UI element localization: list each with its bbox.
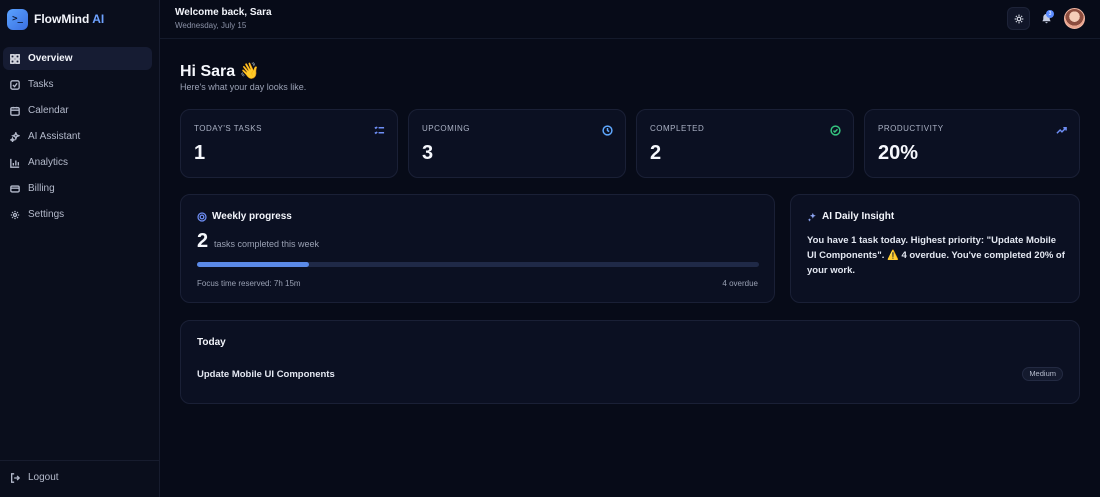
avatar[interactable] [1064,8,1085,29]
stat-value: 1 [194,142,206,164]
overdue-text: 4 overdue [722,279,758,288]
sidebar-item-label: Overview [28,53,73,64]
sidebar-item-settings[interactable]: Settings [3,203,152,226]
checkbox-icon [10,79,20,90]
weekly-progress-card: Weekly progress 2 tasks completed this w… [180,194,775,303]
sparkles-icon [10,131,20,142]
check-circle-icon [830,123,841,136]
sidebar-item-ai-assistant[interactable]: AI Assistant [3,125,152,148]
brand-name: FlowMind AI [34,12,104,26]
calendar-icon [10,106,20,116]
sidebar-item-overview[interactable]: Overview [3,47,152,70]
sun-icon [1014,14,1023,23]
credit-card-icon [10,184,20,193]
sidebar-nav: Overview Tasks Calendar AI Assistant Ana… [3,47,152,229]
sidebar-item-label: Billing [28,183,55,194]
trending-up-icon [1056,123,1067,134]
task-item-title[interactable]: Update Mobile UI Components [197,369,335,380]
stat-value: 2 [650,142,662,164]
welcome-text: Welcome back, Sara [175,7,272,18]
brand-name-text: FlowMind [34,12,90,26]
stat-value: 20% [878,142,919,164]
logout-button[interactable]: Logout [10,472,59,483]
sidebar-item-label: Settings [28,209,65,220]
weekly-progress-title: Weekly progress [197,211,292,222]
stat-label: COMPLETED [650,124,705,133]
stat-card-upcoming: UPCOMING 3 [408,109,626,178]
brand[interactable]: >_ FlowMind AI [7,8,104,30]
sidebar-item-label: AI Assistant [28,131,81,142]
current-date: Wednesday, July 15 [175,21,247,30]
logout-label: Logout [28,472,59,483]
sidebar-item-billing[interactable]: Billing [3,177,152,200]
clock-icon [602,123,613,136]
bar-chart-icon [10,158,20,168]
ai-insight-text: You have 1 task today. Highest priority:… [807,235,1065,276]
notifications-button[interactable]: 3 [1041,10,1055,25]
sidebar-item-calendar[interactable]: Calendar [3,99,152,122]
stat-card-completed: COMPLETED 2 [636,109,854,178]
weekly-progress-bar [197,262,759,267]
stat-value: 3 [422,142,434,164]
sidebar-item-label: Calendar [28,105,69,116]
sidebar-divider [0,460,160,461]
ai-insight-title: AI Daily Insight [807,211,894,222]
sidebar: >_ FlowMind AI Overview Tasks Calendar A… [0,0,160,497]
logout-icon [11,472,20,483]
stat-label: TODAY'S TASKS [194,124,262,133]
stat-label: PRODUCTIVITY [878,124,944,133]
focus-time-text: Focus time reserved: 7h 15m [197,279,301,288]
list-check-icon [374,123,385,135]
sidebar-item-analytics[interactable]: Analytics [3,151,152,174]
theme-toggle-button[interactable] [1007,7,1030,30]
grid-icon [10,53,20,64]
weekly-progress-fill [197,262,310,267]
stat-card-productivity: PRODUCTIVITY 20% [864,109,1080,178]
sparkles-icon [807,212,816,222]
terminal-logo-icon: >_ [7,8,28,30]
top-header: Welcome back, Sara Wednesday, July 15 3 [160,0,1100,39]
today-title: Today [197,337,226,348]
target-icon [197,211,207,222]
sidebar-item-label: Tasks [28,79,54,90]
page-subtitle: Here's what your day looks like. [180,82,307,92]
weekly-completed-label: tasks completed this week [214,239,320,249]
page-title: Hi Sara 👋 [180,63,260,80]
stat-card-todays-tasks: TODAY'S TASKS 1 [180,109,398,178]
stat-label: UPCOMING [422,124,470,133]
weekly-completed-count: 2 [197,230,209,252]
ai-insight-card: AI Daily Insight You have 1 task today. … [790,194,1080,303]
brand-name-suffix: AI [92,12,105,26]
sidebar-item-tasks[interactable]: Tasks [3,73,152,96]
today-card: Today Update Mobile UI Components Medium [180,320,1080,404]
notification-badge: 3 [1046,10,1054,18]
priority-badge: Medium [1022,367,1063,381]
gear-icon [10,210,20,219]
section-title-text: AI Daily Insight [822,211,895,222]
section-title-text: Weekly progress [212,211,292,222]
sidebar-item-label: Analytics [28,157,69,168]
